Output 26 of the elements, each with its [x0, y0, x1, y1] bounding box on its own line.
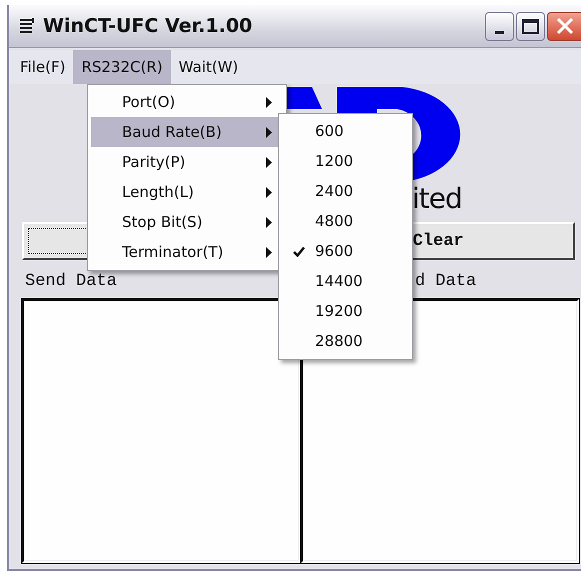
submenu-arrow-icon	[266, 186, 272, 198]
menu-option[interactable]: 19200	[282, 296, 412, 326]
menu-option[interactable]: 28800	[282, 326, 412, 356]
maximize-button[interactable]	[516, 12, 545, 40]
receive-data-field[interactable]	[300, 299, 579, 563]
menu-item[interactable]: Wait(W)	[170, 50, 246, 84]
submenu-arrow-icon	[266, 156, 272, 168]
window-title: WinCT-UFC Ver.1.00	[43, 15, 254, 37]
submenu-arrow-icon	[266, 246, 272, 258]
close-button[interactable]	[547, 12, 581, 40]
submenu-arrow-icon	[266, 96, 272, 108]
send-data-field[interactable]	[22, 299, 300, 563]
menu-option[interactable]: Port(O)	[91, 87, 286, 117]
minimize-icon	[495, 30, 504, 34]
menu-item[interactable]: File(F)	[12, 50, 74, 84]
submenu-arrow-icon	[266, 216, 272, 228]
menu-option[interactable]: 14400	[282, 266, 412, 296]
submenu-arrow-icon	[266, 126, 272, 138]
maximize-icon	[522, 18, 539, 34]
panel-label: Send Data	[25, 272, 117, 293]
app-icon	[19, 17, 35, 35]
close-icon	[556, 17, 574, 35]
logo-text: ited	[412, 182, 462, 215]
panel-label: d Data	[415, 272, 476, 293]
menu-item[interactable]: RS232C(R)	[73, 50, 171, 84]
minimize-button[interactable]	[485, 12, 514, 40]
